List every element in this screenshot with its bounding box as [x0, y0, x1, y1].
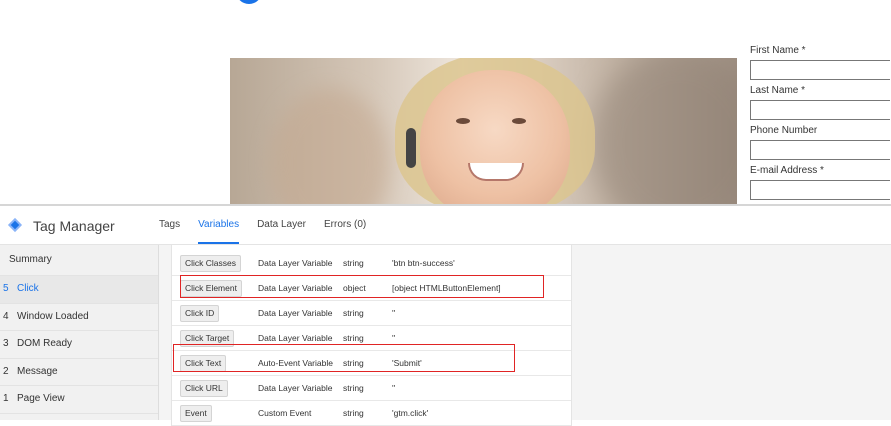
table-row: Click URL Data Layer Variable string ''	[172, 376, 571, 401]
return-type: string	[343, 408, 364, 418]
variable-value: ''	[392, 308, 396, 318]
variables-table: Click Classes Data Layer Variable string…	[171, 245, 572, 426]
variable-value: [object HTMLButtonElement]	[392, 283, 501, 293]
headset-icon	[406, 128, 416, 168]
return-type: string	[343, 258, 364, 268]
table-row: Event Custom Event string 'gtm.click'	[172, 401, 571, 426]
hero-eye-left	[456, 118, 470, 124]
variable-value: 'btn btn-success'	[392, 258, 455, 268]
event-label: DOM Ready	[17, 338, 73, 350]
tab-errors[interactable]: Errors (0)	[315, 206, 375, 244]
variable-type: Data Layer Variable	[258, 258, 333, 268]
phone-input[interactable]	[750, 140, 890, 160]
variable-value: ''	[392, 383, 396, 393]
tag-manager-logo-icon	[7, 217, 23, 233]
gtm-header: Tag Manager Tags Variables Data Layer Er…	[0, 206, 891, 245]
site-logo	[236, 0, 262, 4]
return-type: string	[343, 308, 364, 318]
variable-name-chip[interactable]: Click Element	[180, 280, 242, 297]
variable-value: ''	[392, 333, 396, 343]
tab-variables[interactable]: Variables	[189, 206, 248, 244]
event-number: 4	[3, 310, 9, 322]
variable-type: Auto-Event Variable	[258, 358, 333, 368]
event-number: 2	[3, 365, 9, 377]
variable-name-chip[interactable]: Event	[180, 405, 212, 422]
variable-name-chip[interactable]: Click ID	[180, 305, 220, 322]
variable-type: Data Layer Variable	[258, 383, 333, 393]
variable-type: Data Layer Variable	[258, 283, 333, 293]
variable-name-chip[interactable]: Click Text	[180, 355, 227, 372]
first-name-label: First Name *	[750, 45, 806, 56]
tab-tags[interactable]: Tags	[159, 206, 189, 244]
sidebar-item-dom-ready[interactable]: 3 DOM Ready	[0, 331, 158, 359]
variable-name-chip[interactable]: Click URL	[180, 380, 228, 397]
hero-image	[230, 58, 737, 205]
variable-type: Data Layer Variable	[258, 308, 333, 318]
table-row: Click Target Data Layer Variable string …	[172, 326, 571, 351]
variable-type: Custom Event	[258, 408, 312, 418]
tab-data-layer[interactable]: Data Layer	[248, 206, 315, 244]
contact-form: First Name * Last Name * Phone Number E-…	[750, 40, 891, 201]
hero-face	[420, 70, 570, 205]
event-label: Window Loaded	[17, 310, 89, 322]
return-type: string	[343, 333, 364, 343]
email-input[interactable]	[750, 180, 890, 200]
website-preview: First Name * Last Name * Phone Number E-…	[0, 0, 891, 205]
table-row: Click Text Auto-Event Variable string 'S…	[172, 351, 571, 376]
variable-value: 'Submit'	[392, 358, 422, 368]
return-type: string	[343, 358, 364, 368]
sidebar-item-page-view[interactable]: 1 Page View	[0, 386, 158, 414]
table-row: Click Element Data Layer Variable object…	[172, 276, 571, 301]
email-label: E-mail Address *	[750, 165, 824, 176]
event-number: 3	[3, 338, 9, 350]
sidebar-item-window-loaded[interactable]: 4 Window Loaded	[0, 304, 158, 332]
sidebar-item-summary[interactable]: Summary	[0, 245, 158, 276]
sidebar-item-message[interactable]: 2 Message	[0, 359, 158, 387]
event-label: Click	[17, 283, 39, 294]
app-title: Tag Manager	[33, 218, 115, 234]
event-label: Message	[17, 365, 58, 377]
phone-label: Phone Number	[750, 125, 818, 136]
hero-blur-left	[270, 88, 390, 205]
table-row: Click ID Data Layer Variable string ''	[172, 301, 571, 326]
sidebar-item-click[interactable]: 5 Click	[0, 276, 158, 304]
tab-bar: Tags Variables Data Layer Errors (0)	[159, 206, 375, 244]
return-type: string	[343, 383, 364, 393]
last-name-input[interactable]	[750, 100, 890, 120]
variable-value: 'gtm.click'	[392, 408, 429, 418]
event-number: 1	[3, 393, 9, 405]
table-row: Click Classes Data Layer Variable string…	[172, 251, 571, 276]
first-name-input[interactable]	[750, 60, 890, 80]
hero-blur-right	[590, 58, 737, 205]
variable-name-chip[interactable]: Click Classes	[180, 255, 242, 272]
return-type: object	[343, 283, 366, 293]
event-label: Page View	[17, 393, 65, 405]
hero-eye-right	[512, 118, 526, 124]
event-sidebar: Summary 5 Click 4 Window Loaded 3 DOM Ready…	[0, 245, 159, 420]
variable-name-chip[interactable]: Click Target	[180, 330, 235, 347]
last-name-label: Last Name *	[750, 85, 806, 96]
variable-type: Data Layer Variable	[258, 333, 333, 343]
event-number: 5	[3, 283, 9, 294]
